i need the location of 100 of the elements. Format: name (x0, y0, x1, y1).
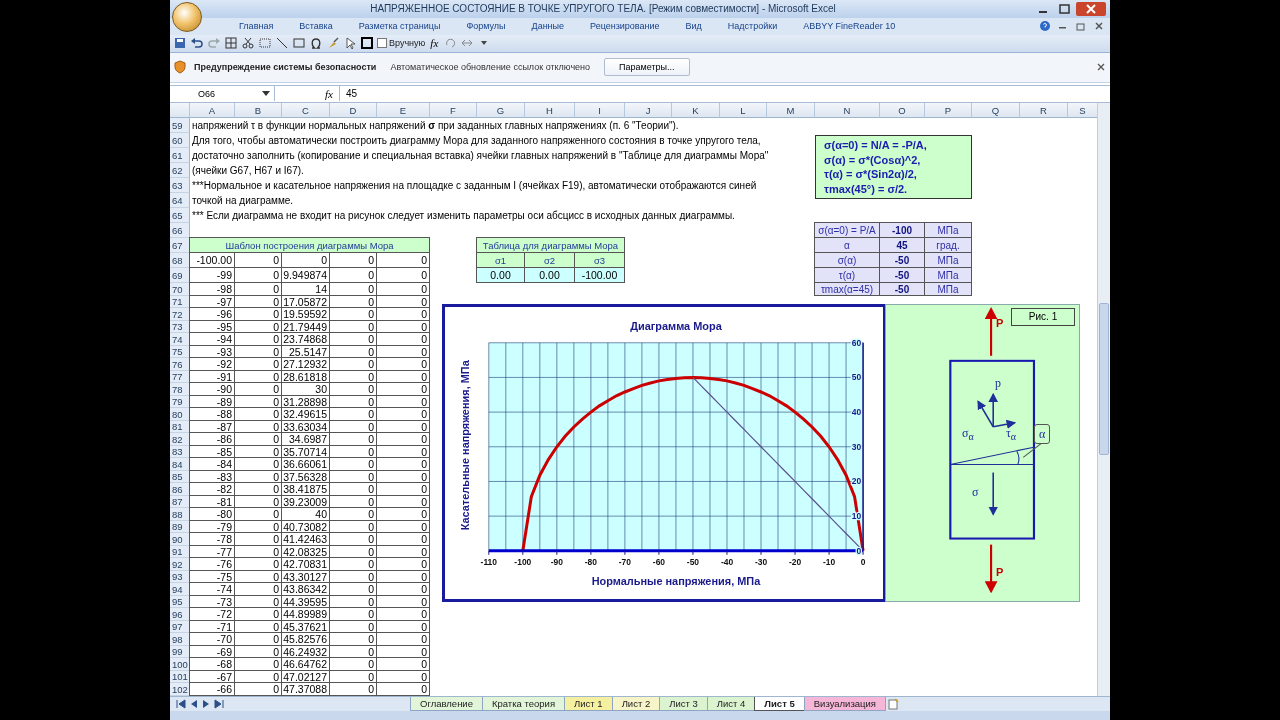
formula-line: σ(α) = σ*(Cosα)^2, (824, 152, 922, 168)
sheet-tab[interactable]: Лист 1 (564, 697, 613, 712)
omega-icon[interactable] (309, 36, 323, 51)
shield-icon (174, 60, 186, 75)
ribbon-tab[interactable]: Вид (672, 20, 715, 33)
ribbon-tab[interactable]: Формулы (453, 20, 519, 33)
row-header[interactable]: 72 (170, 308, 190, 321)
vertical-scrollbar[interactable] (1097, 103, 1110, 697)
first-sheet-icon[interactable] (174, 697, 186, 712)
row-header[interactable]: 63 (170, 178, 190, 194)
sheet-tab[interactable]: Оглавление (410, 697, 483, 712)
column-header[interactable]: Q (972, 103, 1020, 119)
formula-input[interactable]: 45 (339, 86, 1110, 102)
column-header[interactable]: A (190, 103, 235, 119)
row-header[interactable]: 59 (170, 118, 190, 134)
dotted-shape-icon[interactable] (258, 36, 272, 51)
row-header[interactable]: 61 (170, 148, 190, 164)
row-header[interactable]: 66 (170, 223, 190, 239)
row-header[interactable]: 60 (170, 133, 190, 149)
row-header[interactable]: 78 (170, 383, 190, 396)
note-text: Для того, чтобы автоматически построить диаграмму Мора для заданного напряженного состояния в точке упругого тела, (191, 135, 761, 147)
row-header[interactable]: 98 (170, 633, 190, 646)
line-icon[interactable] (275, 36, 289, 51)
row-header[interactable]: 70 (170, 283, 190, 296)
force-label: P (996, 566, 1004, 578)
sheet-tab[interactable]: Лист 5 (754, 697, 805, 712)
row-header[interactable]: 100 (170, 658, 190, 671)
row-header[interactable]: 80 (170, 408, 190, 421)
borders-icon[interactable] (224, 36, 238, 51)
row-header[interactable]: 82 (170, 433, 190, 446)
pointer-icon[interactable] (343, 36, 357, 51)
row-header[interactable]: 76 (170, 358, 190, 371)
row-header[interactable]: 96 (170, 608, 190, 621)
note-text: достаточно заполнить (копирование и специальная вставка) ячейки главных напряжений в "Таблице для диаграммы Мора" (191, 150, 769, 162)
row-header[interactable]: 65 (170, 208, 190, 224)
column-header[interactable]: K (672, 103, 720, 119)
row-header[interactable]: 86 (170, 483, 190, 496)
column-header[interactable]: L (720, 103, 767, 119)
office-button[interactable] (172, 2, 202, 32)
vector-label: p (995, 376, 1001, 389)
sheet-tab[interactable]: Кратка теория (481, 697, 566, 712)
row-header[interactable]: 69 (170, 268, 190, 284)
ribbon-tab[interactable]: Вставка (286, 20, 346, 33)
ribbon-tab[interactable]: Главная (226, 20, 287, 33)
row-header[interactable]: 92 (170, 558, 190, 571)
row-header[interactable]: 67 (170, 238, 190, 254)
column-header[interactable]: G (477, 103, 525, 119)
ribbon-tab[interactable]: Надстройки (714, 20, 791, 33)
column-header[interactable]: B (235, 103, 282, 119)
row-header[interactable]: 88 (170, 508, 190, 521)
undo-icon[interactable] (190, 36, 204, 51)
column-header[interactable]: M (767, 103, 815, 119)
x-tick-label: -50 (686, 556, 700, 567)
table-cell: -68 (189, 657, 235, 671)
save-icon[interactable] (173, 36, 187, 51)
insert-function-button[interactable]: fx (323, 88, 335, 100)
ribbon-tab[interactable]: Данные (518, 20, 578, 33)
column-header[interactable]: D (330, 103, 377, 119)
options-button[interactable]: Параметры... (604, 58, 690, 77)
y-tick-label: 30 (851, 441, 862, 452)
frame-icon[interactable] (360, 36, 374, 51)
sheet-tab[interactable]: Лист 2 (611, 697, 661, 712)
column-header[interactable]: R (1020, 103, 1068, 119)
table-cell: 38.41875 (281, 482, 330, 496)
sheet-tab[interactable]: Визуализация (803, 697, 886, 712)
table-cell: 42.70831 (281, 557, 330, 571)
column-header[interactable]: H (525, 103, 575, 119)
close-icon[interactable] (1076, 1, 1106, 16)
ribbon-tab[interactable]: Разметка страницы (345, 20, 454, 33)
column-header[interactable]: N (815, 103, 880, 119)
sheet-tab[interactable]: Лист 4 (706, 697, 756, 712)
column-header[interactable]: J (625, 103, 672, 119)
y-tick-label: 40 (851, 407, 862, 418)
sheet-tab[interactable]: Лист 3 (659, 697, 708, 712)
ribbon-tab[interactable]: ABBYY FineReader 10 (790, 20, 909, 33)
column-header[interactable]: I (575, 103, 625, 119)
manual-checkbox[interactable]: Вручную (377, 38, 426, 49)
column-header[interactable]: P (925, 103, 972, 119)
name-box[interactable]: O66 (170, 86, 275, 102)
close-icon[interactable] (1096, 62, 1106, 73)
row-header[interactable]: 64 (170, 193, 190, 209)
row-header[interactable]: 62 (170, 163, 190, 179)
row-header[interactable]: 84 (170, 458, 190, 471)
column-header[interactable]: E (377, 103, 430, 119)
help-icon[interactable] (1038, 19, 1052, 34)
table-cell: 0 (329, 682, 377, 696)
column-header[interactable]: O (880, 103, 925, 119)
row-header[interactable]: 102 (170, 683, 190, 696)
column-header[interactable]: C (282, 103, 330, 119)
scissors-icon[interactable] (241, 36, 255, 51)
table-cell: 43.86342 (281, 582, 330, 596)
ribbon-tab[interactable]: Рецензирование (577, 20, 673, 33)
row-header[interactable]: 90 (170, 533, 190, 546)
column-header[interactable]: S (1068, 103, 1097, 119)
row-header[interactable]: 68 (170, 253, 190, 269)
last-sheet-icon[interactable] (213, 697, 225, 712)
row-header[interactable]: 94 (170, 583, 190, 596)
column-header[interactable]: F (430, 103, 477, 119)
row-header[interactable]: 74 (170, 333, 190, 346)
insert-function-button[interactable]: fx (428, 37, 441, 50)
